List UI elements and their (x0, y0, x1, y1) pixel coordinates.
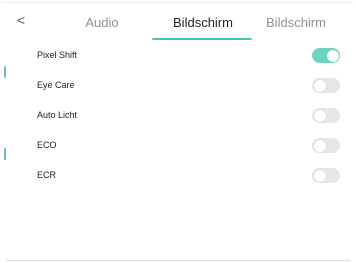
auto-licht-toggle[interactable] (312, 108, 340, 123)
setting-label: Auto Licht (37, 110, 78, 120)
setting-label: ECO (37, 140, 57, 150)
setting-label: ECR (37, 170, 57, 180)
setting-row-ecr: ECR (0, 161, 356, 191)
setting-row-eco: ECO (0, 131, 356, 161)
setting-label: Eye Care (37, 80, 75, 90)
setting-label: Pixel Shift (37, 50, 78, 60)
setting-row-auto-licht: Auto Licht (0, 101, 356, 131)
tab-bildschirm[interactable]: Bildschirm (257, 15, 335, 31)
active-tab-indicator (152, 38, 252, 40)
eye-care-toggle[interactable] (312, 78, 340, 93)
tab-bar: < Audio Bildschirm Bildschirm (0, 0, 356, 40)
toggle-knob (313, 109, 326, 122)
back-chevron-icon[interactable]: < (14, 12, 28, 28)
setting-row-eye-care: Eye Care (0, 71, 356, 101)
toggle-knob (313, 139, 326, 152)
ecr-toggle[interactable] (312, 168, 340, 183)
setting-row-pixel-shift: Pixel Shift (0, 41, 356, 71)
eco-toggle[interactable] (312, 138, 340, 153)
toggle-knob (313, 79, 326, 92)
panel-bottom-border (6, 260, 350, 261)
pixel-shift-toggle[interactable] (312, 48, 340, 63)
tab-bildschirm-active[interactable]: Bildschirm (164, 15, 242, 31)
toggle-knob (327, 49, 339, 62)
toggle-knob (313, 169, 326, 182)
display-settings-panel: < Audio Bildschirm Bildschirm Pixel Shif… (0, 0, 356, 263)
tab-audio[interactable]: Audio (78, 15, 126, 31)
